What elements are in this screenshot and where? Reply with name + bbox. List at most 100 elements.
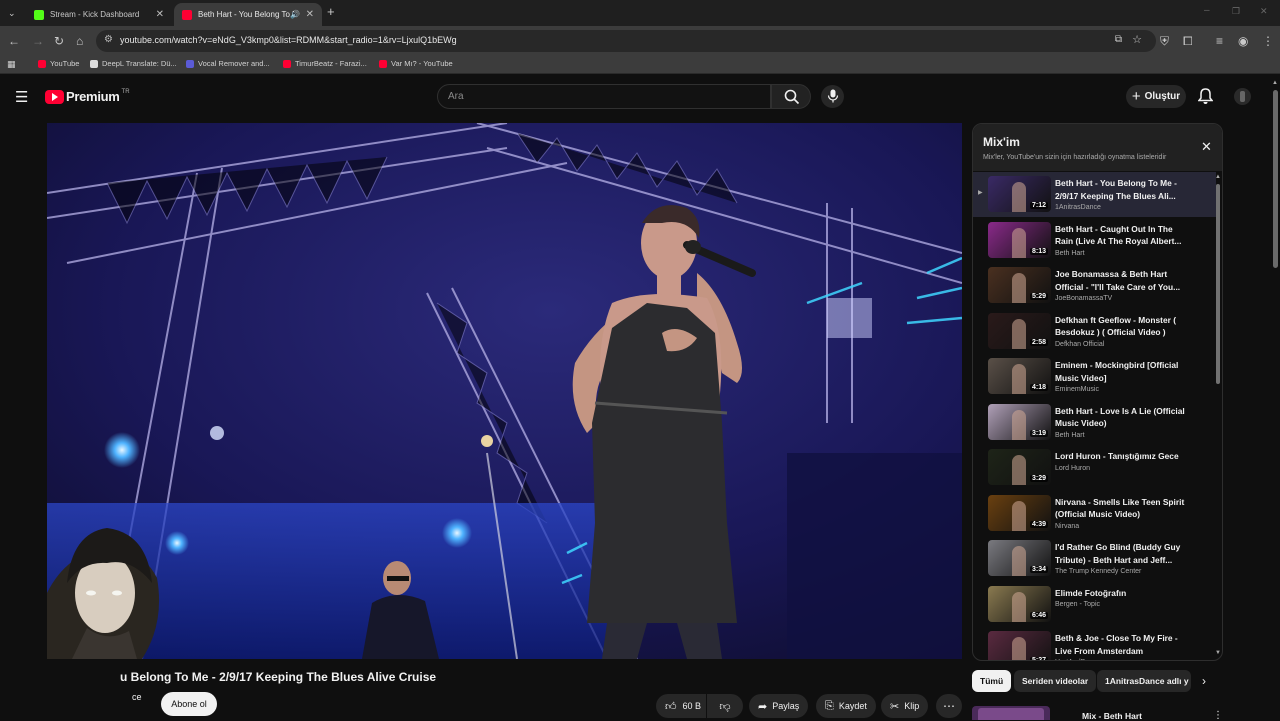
- playlist-item-channel: Nirvana: [1055, 522, 1080, 530]
- bookmark-star-icon[interactable]: ☆: [1132, 33, 1142, 46]
- create-label: Oluştur: [1144, 91, 1181, 102]
- playlist-item-title: Defkhan ft Geeflow - Monster ( Besdokuz …: [1055, 314, 1176, 338]
- scrollbar-thumb[interactable]: [1216, 184, 1220, 384]
- address-bar[interactable]: ⚙ youtube.com/watch?v=eNdG_V3kmp0&list=R…: [96, 30, 1156, 52]
- new-tab-icon[interactable]: +: [327, 5, 335, 19]
- notifications-bell-icon[interactable]: [1198, 88, 1213, 105]
- playlist-item[interactable]: 3:29 Lord Huron - Tanıştığımız Gece Lord H…: [973, 445, 1216, 490]
- extension-shield-icon[interactable]: ⛨: [1160, 34, 1169, 48]
- page-scrollbar[interactable]: ▲: [1272, 80, 1280, 720]
- tab-kick-dashboard[interactable]: Stream - Kick Dashboard ✕: [26, 3, 172, 26]
- playlist-item-channel: Beth Hart: [1055, 249, 1085, 257]
- search-input[interactable]: Ara: [448, 91, 464, 102]
- account-avatar[interactable]: [1234, 88, 1251, 105]
- bookmark-label: YouTube: [50, 59, 80, 68]
- playlist-item[interactable]: 8:13 Beth Hart - Caught Out In The Rain (…: [973, 218, 1216, 263]
- chip-series-videos[interactable]: Seriden videolar: [1014, 670, 1097, 692]
- voice-search-button[interactable]: [821, 85, 844, 108]
- concert-video-frame: [47, 123, 962, 659]
- playlist-subtitle: Mix'ler, YouTube'un sizin için hazırladı…: [983, 154, 1167, 161]
- playlist-item-thumbnail[interactable]: 6:46: [988, 585, 1051, 622]
- playlist-item-thumbnail[interactable]: 5:29: [988, 267, 1051, 303]
- bookmark-var-mi[interactable]: Var Mı? - YouTube: [379, 59, 453, 68]
- like-button[interactable]: 👍︎ 60 B: [656, 694, 706, 718]
- url-text[interactable]: youtube.com/watch?v=eNdG_V3kmp0&list=RDM…: [120, 35, 457, 45]
- scroll-up-icon[interactable]: ▲: [1215, 174, 1221, 180]
- share-label: Paylaş: [772, 701, 800, 711]
- browser-menu-icon[interactable]: ⋮: [1262, 34, 1274, 48]
- close-playlist-icon[interactable]: ✕: [1201, 139, 1212, 155]
- playlist-item-thumbnail[interactable]: 3:34: [988, 540, 1051, 576]
- chip-channel[interactable]: 1AnitrasDance adlı y: [1097, 670, 1191, 692]
- tab-beth-hart[interactable]: Beth Hart - You Belong To M 🔊 ✕: [174, 3, 322, 26]
- chip-all[interactable]: Tümü: [972, 670, 1012, 692]
- search-box[interactable]: Ara: [437, 84, 771, 109]
- dislike-button[interactable]: 👎︎: [707, 694, 743, 718]
- bookmark-deepl[interactable]: DeepL Translate: Dü...: [90, 59, 177, 68]
- hamburger-menu-icon[interactable]: ☰: [15, 88, 28, 106]
- chips-next-icon[interactable]: ›: [1202, 674, 1206, 688]
- extensions-icon[interactable]: ⧠: [1183, 34, 1193, 48]
- forward-icon[interactable]: →: [32, 34, 44, 48]
- youtube-favicon-icon: [379, 59, 387, 68]
- playlist-item-channel: 1AnitrasDance: [1055, 204, 1101, 211]
- profile-icon[interactable]: ◉: [1238, 34, 1248, 48]
- playlist-item-title: I'd Rather Go Blind (Buddy Guy Tribute) …: [1055, 542, 1181, 565]
- next-mix-menu-icon[interactable]: ⋮: [1213, 710, 1223, 721]
- mix-playlist-panel: Mix'im Mix'ler, YouTube'un sizin için ha…: [972, 123, 1223, 661]
- playlist-item[interactable]: 3:34 I'd Rather Go Blind (Buddy Guy Tribu…: [973, 536, 1216, 581]
- playlist-item-thumbnail[interactable]: 3:29: [988, 449, 1051, 485]
- playlist-item-text: Beth Hart - You Belong To Me - 2/9/17 Ke…: [1055, 177, 1185, 213]
- playlist-item[interactable]: 6:46 Elimde Fotoğrafın Bergen - Topic: [973, 582, 1216, 627]
- playlist-item[interactable]: ▶ 7:12 Beth Hart - You Belong To Me - 2/9/…: [973, 172, 1216, 217]
- logo-text: Premium: [66, 89, 120, 104]
- media-controls-icon[interactable]: ≡: [1216, 34, 1223, 48]
- save-button[interactable]: ⎘ Kaydet: [816, 694, 876, 718]
- playlist-scrollbar[interactable]: ▲ ▼: [1215, 174, 1221, 660]
- minimize-icon[interactable]: –: [1204, 4, 1210, 18]
- bookmarks-bar: ▦ YouTube DeepL Translate: Dü... Vocal R…: [0, 56, 1280, 74]
- video-player[interactable]: [47, 123, 962, 659]
- scroll-down-icon[interactable]: ▼: [1215, 650, 1221, 656]
- create-button[interactable]: + Oluştur: [1126, 85, 1186, 108]
- next-mix-thumbnail[interactable]: [972, 706, 1050, 720]
- site-info-icon[interactable]: ⚙: [104, 34, 113, 45]
- page-scroll-up-icon[interactable]: ▲: [1272, 80, 1278, 86]
- playlist-item[interactable]: 4:18 Eminem - Mockingbird [Official Music…: [973, 354, 1216, 399]
- playlist-item[interactable]: 2:58 Defkhan ft Geeflow - Monster ( Besdo…: [973, 309, 1216, 354]
- reload-icon[interactable]: ↻: [54, 34, 64, 48]
- back-icon[interactable]: ←: [8, 34, 20, 48]
- more-actions-button[interactable]: ⋯: [936, 694, 962, 718]
- playlist-item[interactable]: 4:39 Nirvana - Smells Like Teen Spirit (O…: [973, 491, 1216, 536]
- maximize-icon[interactable]: ❐: [1232, 4, 1240, 18]
- tab-search-icon[interactable]: ⌄: [8, 6, 16, 20]
- subscribe-button[interactable]: Abone ol: [161, 692, 217, 716]
- bookmark-vocal-remover[interactable]: Vocal Remover and...: [186, 59, 270, 68]
- search-button[interactable]: [771, 84, 811, 109]
- bookmark-timurbeatz[interactable]: TimurBeatz - Farazi...: [283, 59, 367, 68]
- page-scrollbar-thumb[interactable]: [1273, 90, 1278, 268]
- playlist-header: Mix'im Mix'ler, YouTube'un sizin için ha…: [973, 124, 1222, 171]
- playlist-item[interactable]: 3:19 Beth Hart - Love Is A Lie (Official …: [973, 400, 1216, 445]
- playlist-item-thumbnail[interactable]: 4:18: [988, 358, 1051, 394]
- home-icon[interactable]: ⌂: [76, 34, 83, 48]
- playlist-item-thumbnail[interactable]: 5:27: [988, 631, 1051, 660]
- apps-grid-icon[interactable]: ▦: [7, 59, 16, 70]
- close-tab-icon[interactable]: ✕: [156, 9, 164, 20]
- channel-name[interactable]: ce: [132, 692, 142, 702]
- close-tab-icon[interactable]: ✕: [306, 9, 314, 20]
- install-app-icon[interactable]: ⧉: [1115, 34, 1122, 45]
- playlist-item-thumbnail[interactable]: 3:19: [988, 403, 1051, 440]
- playlist-item[interactable]: 5:27 Beth & Joe - Close To My Fire - Live…: [973, 627, 1216, 660]
- playlist-item-thumbnail[interactable]: 2:58: [988, 312, 1051, 349]
- playlist-item-thumbnail[interactable]: 7:12: [988, 176, 1051, 212]
- bookmark-youtube[interactable]: YouTube: [38, 59, 79, 68]
- playlist-item-thumbnail[interactable]: 4:39: [988, 494, 1051, 531]
- share-button[interactable]: ➦ Paylaş: [749, 694, 809, 718]
- playlist-item-thumbnail[interactable]: 8:13: [988, 221, 1051, 258]
- playlist-item[interactable]: 5:29 Joe Bonamassa & Beth Hart Official -…: [973, 263, 1216, 308]
- clip-button[interactable]: ✂ Klip: [881, 694, 929, 718]
- speaker-icon[interactable]: 🔊: [290, 10, 300, 19]
- close-window-icon[interactable]: ✕: [1260, 4, 1268, 18]
- youtube-logo[interactable]: Premium TR: [45, 89, 130, 104]
